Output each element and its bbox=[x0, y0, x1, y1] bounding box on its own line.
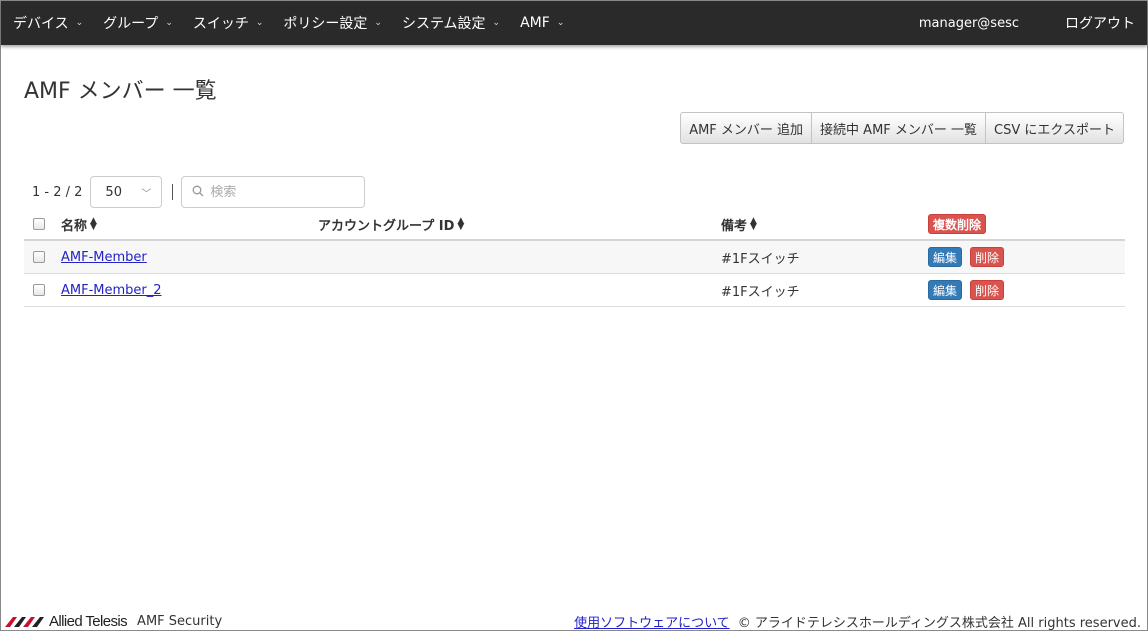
copyright-text: © アライドテレシスホールディングス株式会社 All rights reserv… bbox=[737, 615, 1141, 631]
page-size-value: 50 bbox=[105, 184, 122, 200]
connected-amf-members-button[interactable]: 接続中 AMF メンバー 一覧 bbox=[812, 112, 987, 144]
nav-right: manager@sesc ログアウト bbox=[919, 1, 1135, 45]
chevron-down-icon: ﹀ bbox=[141, 188, 152, 200]
brand-name: Allied Telesis bbox=[49, 612, 128, 630]
delete-button[interactable]: 削除 bbox=[970, 280, 1005, 300]
column-header-label: アカウントグループ ID bbox=[318, 218, 455, 234]
record-count: 1 - 2 / 2 bbox=[32, 184, 83, 200]
search-icon bbox=[192, 185, 204, 200]
note-cell: #1Fスイッチ bbox=[721, 251, 800, 267]
software-info-link[interactable]: 使用ソフトウェアについて bbox=[574, 612, 730, 631]
edit-button[interactable]: 編集 bbox=[928, 280, 963, 300]
row-checkbox[interactable] bbox=[33, 284, 45, 296]
amf-member-table: 名称 ▲ ▼ アカウントグループ ID ▲ ▼ 備考 ▲ ▼ 複数削除 AMF-Mem… bbox=[24, 209, 1125, 307]
search-input[interactable] bbox=[210, 184, 351, 200]
row-select-cell bbox=[33, 274, 45, 306]
sort-icon: ▲ ▼ bbox=[750, 216, 757, 232]
name-cell: AMF-Member bbox=[61, 241, 147, 273]
sort-icon: ▲ ▼ bbox=[90, 216, 97, 232]
name-cell: AMF-Member_2 bbox=[61, 274, 162, 306]
member-name-link[interactable]: AMF-Member_2 bbox=[61, 283, 162, 298]
chevron-down-icon: ⌄ bbox=[492, 18, 501, 28]
export-csv-button[interactable]: CSV にエクスポート bbox=[986, 112, 1124, 144]
nav-item-system-settings[interactable]: システム設定 ⌄ bbox=[402, 1, 500, 45]
nav-item-label: グループ bbox=[103, 16, 159, 32]
sort-icon: ▲ ▼ bbox=[457, 216, 465, 232]
row-actions-cell: 編集 削除 bbox=[928, 274, 1005, 306]
edit-button[interactable]: 編集 bbox=[928, 247, 963, 267]
chevron-down-icon: ⌄ bbox=[255, 18, 264, 28]
table-toolbar: 1 - 2 / 2 50 ﹀ bbox=[32, 176, 366, 208]
search-field[interactable] bbox=[181, 176, 366, 208]
nav-item-amf[interactable]: AMF ⌄ bbox=[520, 1, 564, 45]
chevron-down-icon: ⌄ bbox=[165, 18, 173, 28]
nav-item-policy-settings[interactable]: ポリシー設定 ⌄ bbox=[283, 1, 382, 45]
bulk-actions-cell: 複数削除 bbox=[928, 209, 987, 239]
action-button-group: AMF メンバー 追加 接続中 AMF メンバー 一覧 CSV にエクスポート bbox=[680, 112, 1124, 144]
logout-link[interactable]: ログアウト bbox=[1065, 13, 1135, 33]
footer-brand: Allied Telesis AMF Security bbox=[5, 612, 222, 630]
page-title: AMF メンバー 一覧 bbox=[24, 79, 217, 104]
nav-item-devices[interactable]: デバイス ⌄ bbox=[13, 1, 83, 45]
top-navbar: デバイス ⌄ グループ ⌄ スイッチ ⌄ ポリシー設定 ⌄ システム設定 ⌄ A… bbox=[1, 1, 1147, 45]
table-header-row: 名称 ▲ ▼ アカウントグループ ID ▲ ▼ 備考 ▲ ▼ 複数削除 bbox=[24, 209, 1125, 241]
row-select-cell bbox=[33, 241, 45, 273]
table-row: AMF-Member_2 #1Fスイッチ 編集 削除 bbox=[24, 274, 1125, 307]
nav-item-label: AMF bbox=[520, 15, 550, 31]
chevron-down-icon: ⌄ bbox=[374, 18, 382, 28]
column-header-label: 名称 bbox=[61, 218, 88, 234]
column-header-note[interactable]: 備考 ▲ ▼ bbox=[721, 209, 757, 239]
toolbar-divider bbox=[172, 184, 174, 200]
current-user: manager@sesc bbox=[918, 15, 1019, 31]
nav-menu: デバイス ⌄ グループ ⌄ スイッチ ⌄ ポリシー設定 ⌄ システム設定 ⌄ A… bbox=[1, 1, 584, 45]
column-header-account-group-id[interactable]: アカウントグループ ID ▲ ▼ bbox=[318, 209, 464, 239]
nav-item-switches[interactable]: スイッチ ⌄ bbox=[193, 1, 264, 45]
page-size-select[interactable]: 50 ﹀ bbox=[90, 176, 163, 208]
table-row: AMF-Member #1Fスイッチ 編集 削除 bbox=[24, 241, 1125, 274]
row-actions-cell: 編集 削除 bbox=[928, 241, 1005, 273]
product-name: AMF Security bbox=[137, 613, 223, 629]
select-all-checkbox[interactable] bbox=[33, 218, 45, 230]
nav-item-label: ポリシー設定 bbox=[283, 16, 368, 32]
column-header-name[interactable]: 名称 ▲ ▼ bbox=[61, 209, 97, 239]
nav-item-label: スイッチ bbox=[192, 16, 249, 32]
chevron-down-icon: ⌄ bbox=[556, 18, 565, 28]
nav-item-groups[interactable]: グループ ⌄ bbox=[103, 1, 173, 45]
row-checkbox[interactable] bbox=[33, 251, 45, 263]
add-amf-member-button[interactable]: AMF メンバー 追加 bbox=[680, 112, 813, 144]
note-cell: #1Fスイッチ bbox=[721, 284, 800, 300]
nav-item-label: システム設定 bbox=[401, 16, 486, 32]
bulk-delete-button[interactable]: 複数削除 bbox=[928, 214, 987, 234]
column-header-label: 備考 bbox=[721, 218, 748, 234]
select-all-cell bbox=[33, 209, 45, 239]
delete-button[interactable]: 削除 bbox=[970, 247, 1005, 267]
chevron-down-icon: ⌄ bbox=[75, 18, 84, 28]
nav-item-label: デバイス bbox=[13, 16, 69, 32]
member-name-link[interactable]: AMF-Member bbox=[61, 250, 147, 265]
footer-legal: 使用ソフトウェアについて © アライドテレシスホールディングス株式会社 All … bbox=[574, 612, 1141, 631]
allied-telesis-logo-icon bbox=[5, 617, 44, 627]
